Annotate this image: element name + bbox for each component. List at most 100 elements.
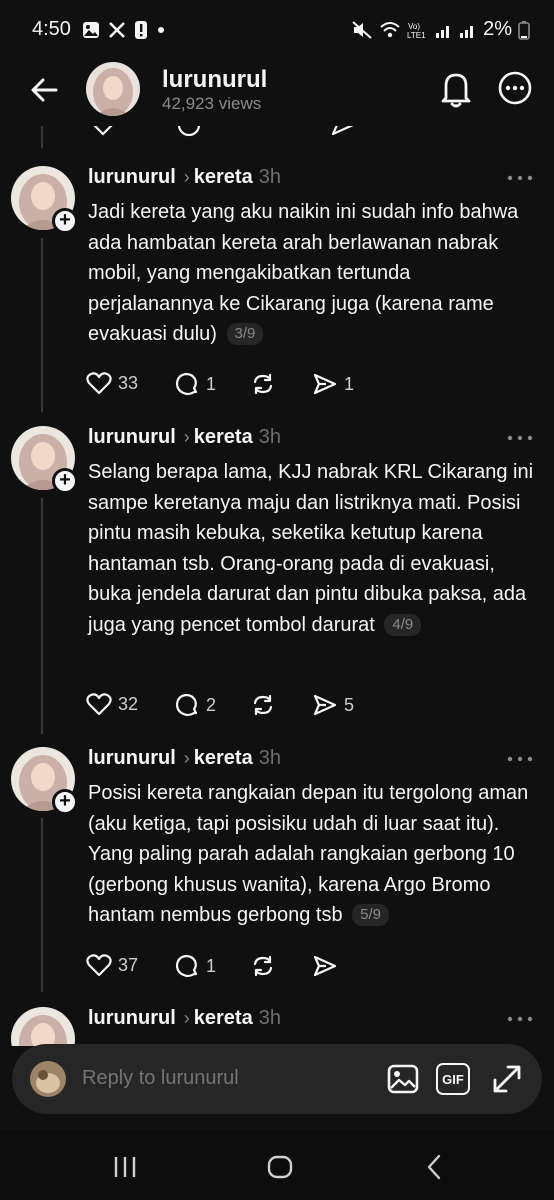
my-avatar xyxy=(30,1061,66,1097)
post-header: lurunurul › kereta 3h xyxy=(88,747,281,770)
x-icon xyxy=(109,22,125,38)
reply-button[interactable]: 2 xyxy=(174,692,216,718)
post-more-icon[interactable] xyxy=(506,434,534,442)
thread-counter: 3/9 xyxy=(226,323,264,346)
thread-line xyxy=(41,498,43,734)
recent-apps-icon[interactable] xyxy=(110,1152,140,1182)
post-topic[interactable]: kereta xyxy=(194,426,253,449)
header-views: 42,923 views xyxy=(162,94,262,113)
share-count: 1 xyxy=(344,373,355,394)
system-nav-bar xyxy=(0,1130,554,1200)
post-topic[interactable]: kereta xyxy=(194,1007,253,1030)
post-header: lurunurul › kereta 3h xyxy=(88,426,281,449)
follow-plus-button[interactable]: + xyxy=(52,468,78,494)
status-icons-left xyxy=(82,20,166,40)
post-text: Posisi kereta rangkaian depan itu tergol… xyxy=(88,778,538,931)
post-more-icon[interactable] xyxy=(506,1015,534,1023)
thread-counter: 5/9 xyxy=(352,904,390,927)
post-body: Posisi kereta rangkaian depan itu tergol… xyxy=(88,782,529,927)
reply-button[interactable]: 1 xyxy=(174,371,216,397)
more-options-icon[interactable] xyxy=(497,70,533,106)
send-icon xyxy=(331,126,354,136)
post-more-icon[interactable] xyxy=(506,755,534,763)
send-icon xyxy=(313,955,337,977)
svg-text:LTE1: LTE1 xyxy=(407,31,426,40)
thread-feed[interactable]: + lurunurul › kereta 3h Jadi kereta yang… xyxy=(0,126,554,1046)
post-header: lurunurul › kereta 3h xyxy=(88,166,281,189)
chevron-right-icon: › xyxy=(183,167,190,187)
repost-button[interactable] xyxy=(250,953,276,979)
follow-plus-button[interactable]: + xyxy=(52,208,78,234)
share-button[interactable]: 5 xyxy=(312,692,354,718)
comment-icon xyxy=(175,693,198,717)
repost-button[interactable] xyxy=(252,126,278,138)
post-topic[interactable]: kereta xyxy=(194,166,253,189)
signal-icon xyxy=(460,25,474,38)
thread-line xyxy=(41,238,43,412)
image-icon[interactable] xyxy=(386,1062,420,1096)
share-button[interactable] xyxy=(330,126,356,138)
thread-header: lurunurul 42,923 views xyxy=(0,58,554,126)
reply-input[interactable] xyxy=(82,1067,362,1090)
repost-button[interactable] xyxy=(250,371,276,397)
chevron-right-icon: › xyxy=(183,427,190,447)
post-text: Selang berapa lama, KJJ nabrak KRL Cikar… xyxy=(88,457,538,641)
reply-count: 2 xyxy=(206,694,217,715)
reply-count: 1 xyxy=(206,955,217,976)
like-button[interactable]: 37 xyxy=(86,953,138,977)
follow-plus-button[interactable]: + xyxy=(52,789,78,815)
share-button[interactable] xyxy=(312,953,344,979)
header-username[interactable]: lurunurul xyxy=(162,66,267,94)
post-header: lurunurul › kereta 3h xyxy=(88,1007,281,1030)
comment-icon xyxy=(177,126,201,137)
home-icon[interactable] xyxy=(265,1152,295,1182)
bell-icon[interactable] xyxy=(437,69,475,109)
post-username[interactable]: lurunurul xyxy=(88,747,176,770)
repost-icon xyxy=(253,694,273,716)
reply-bar[interactable]: GIF xyxy=(12,1044,542,1114)
alert-icon xyxy=(135,21,147,39)
share-button[interactable]: 1 xyxy=(312,371,354,397)
like-button[interactable] xyxy=(90,126,116,136)
battery-icon xyxy=(518,20,530,40)
like-button[interactable]: 32 xyxy=(86,692,138,716)
heart-icon xyxy=(86,693,112,716)
reply-button[interactable] xyxy=(176,126,202,138)
post-more-icon[interactable] xyxy=(506,174,534,182)
wifi-icon xyxy=(380,21,400,37)
chevron-right-icon: › xyxy=(183,1008,190,1028)
status-time: 4:50 xyxy=(32,18,71,40)
post-time: 3h xyxy=(258,747,281,769)
comment-icon xyxy=(175,372,198,396)
back-arrow-icon[interactable] xyxy=(26,72,62,108)
post-text: Jadi kereta yang aku naikin ini sudah in… xyxy=(88,197,538,350)
status-icons-right: Vo) LTE1 2% xyxy=(351,18,530,41)
repost-icon xyxy=(253,373,273,395)
repost-icon xyxy=(253,955,273,977)
like-count: 33 xyxy=(118,372,139,393)
system-back-icon[interactable] xyxy=(420,1152,450,1182)
battery-percent: 2% xyxy=(483,18,512,40)
share-count: 5 xyxy=(344,694,355,715)
post-topic[interactable]: kereta xyxy=(194,747,253,770)
gif-button[interactable]: GIF xyxy=(436,1063,470,1095)
status-bar: 4:50 Vo) LTE1 2% xyxy=(0,0,554,58)
expand-icon[interactable] xyxy=(490,1062,524,1096)
header-avatar[interactable] xyxy=(86,62,140,116)
heart-icon xyxy=(86,954,112,977)
thread-line xyxy=(41,126,43,148)
post-username[interactable]: lurunurul xyxy=(88,166,176,189)
post-username[interactable]: lurunurul xyxy=(88,1007,176,1030)
repost-button[interactable] xyxy=(250,692,276,718)
post-body: Jadi kereta yang aku naikin ini sudah in… xyxy=(88,201,519,346)
comment-icon xyxy=(175,954,198,978)
like-button[interactable]: 33 xyxy=(86,371,138,395)
like-count: 32 xyxy=(118,693,139,714)
heart-icon xyxy=(86,372,112,395)
post-username[interactable]: lurunurul xyxy=(88,426,176,449)
reply-button[interactable]: 1 xyxy=(174,953,216,979)
svg-text:Vo): Vo) xyxy=(408,22,420,31)
signal-icon xyxy=(436,25,450,38)
heart-icon xyxy=(93,126,113,136)
post-avatar[interactable] xyxy=(11,1007,75,1046)
